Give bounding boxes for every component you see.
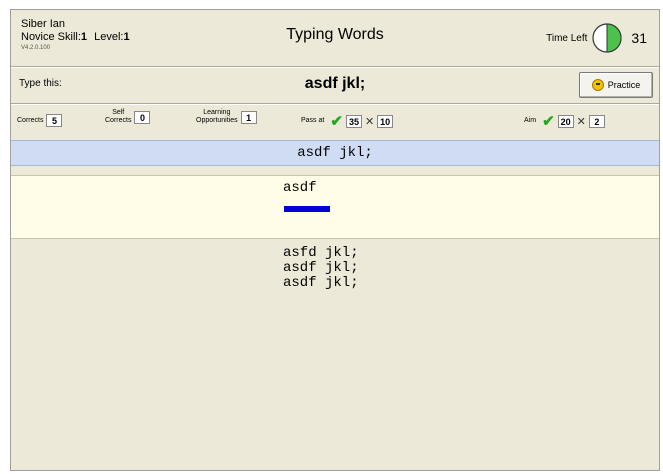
smiley-icon	[591, 79, 604, 91]
current-target-line: asdf jkl;	[11, 140, 659, 166]
pass-errors-value: 10	[377, 114, 394, 128]
header: Siber Ian Novice Skill:1 Level:1 V4.2.0.…	[11, 10, 659, 66]
learning-opportunities-stat: Learning Opportunities 1	[196, 109, 257, 125]
self-corrects-value: 0	[134, 110, 151, 124]
corrects-value: 5	[46, 114, 63, 127]
pass-at-stat: Pass at ✔ 35 ✕ 10	[301, 112, 394, 130]
x-icon: ✕	[576, 115, 586, 128]
typing-input[interactable]: asdf	[11, 175, 659, 239]
practice-button[interactable]: Practice	[579, 72, 653, 98]
corrects-label: Corrects	[17, 116, 44, 124]
pass-at-label: Pass at	[301, 117, 325, 124]
self-corrects-label-1: Self	[112, 109, 125, 116]
history-list: asfd jkl; asdf jkl; asdf jkl;	[11, 246, 659, 291]
learning-label-1: Learning	[203, 109, 231, 116]
time-left: Time Left 31	[546, 22, 647, 54]
aim-wpm-value: 20	[557, 114, 574, 128]
aim-errors-value: 2	[588, 114, 605, 128]
history-line: asdf jkl;	[283, 260, 359, 276]
self-corrects-stat: Self Corrects 0	[105, 109, 151, 125]
prompt-row: Type this: asdf jkl; Practice	[11, 68, 659, 101]
pass-wpm-value: 35	[345, 114, 362, 128]
check-icon: ✔	[330, 113, 343, 130]
practice-label: Practice	[607, 80, 641, 90]
aim-label: Aim	[524, 117, 537, 124]
aim-stat: Aim ✔ 20 ✕ 2	[524, 112, 605, 130]
check-icon: ✔	[542, 113, 555, 130]
divider	[11, 103, 659, 105]
typed-text: asdf	[283, 180, 317, 196]
history-line: asdf jkl;	[283, 275, 359, 291]
self-corrects-label-2: Corrects	[105, 117, 132, 124]
stats-bar: Corrects 5 Self Corrects 0 Learning Oppo…	[11, 106, 659, 136]
version-label: V4.2.0.100	[21, 45, 51, 51]
history-line: asfd jkl;	[283, 245, 359, 261]
corrects-stat: Corrects 5	[17, 114, 63, 127]
time-left-value: 31	[631, 30, 647, 46]
learning-opportunities-value: 1	[240, 110, 257, 124]
target-text: asdf jkl;	[304, 75, 366, 92]
time-left-label: Time Left	[546, 32, 588, 44]
learning-label-2: Opportunities	[196, 117, 238, 124]
text-cursor	[284, 206, 330, 212]
timer-remaining-wedge	[606, 23, 622, 53]
timer-pie-icon	[592, 23, 623, 53]
x-icon: ✕	[364, 115, 375, 128]
typing-app-window: Siber Ian Novice Skill:1 Level:1 V4.2.0.…	[10, 9, 660, 471]
